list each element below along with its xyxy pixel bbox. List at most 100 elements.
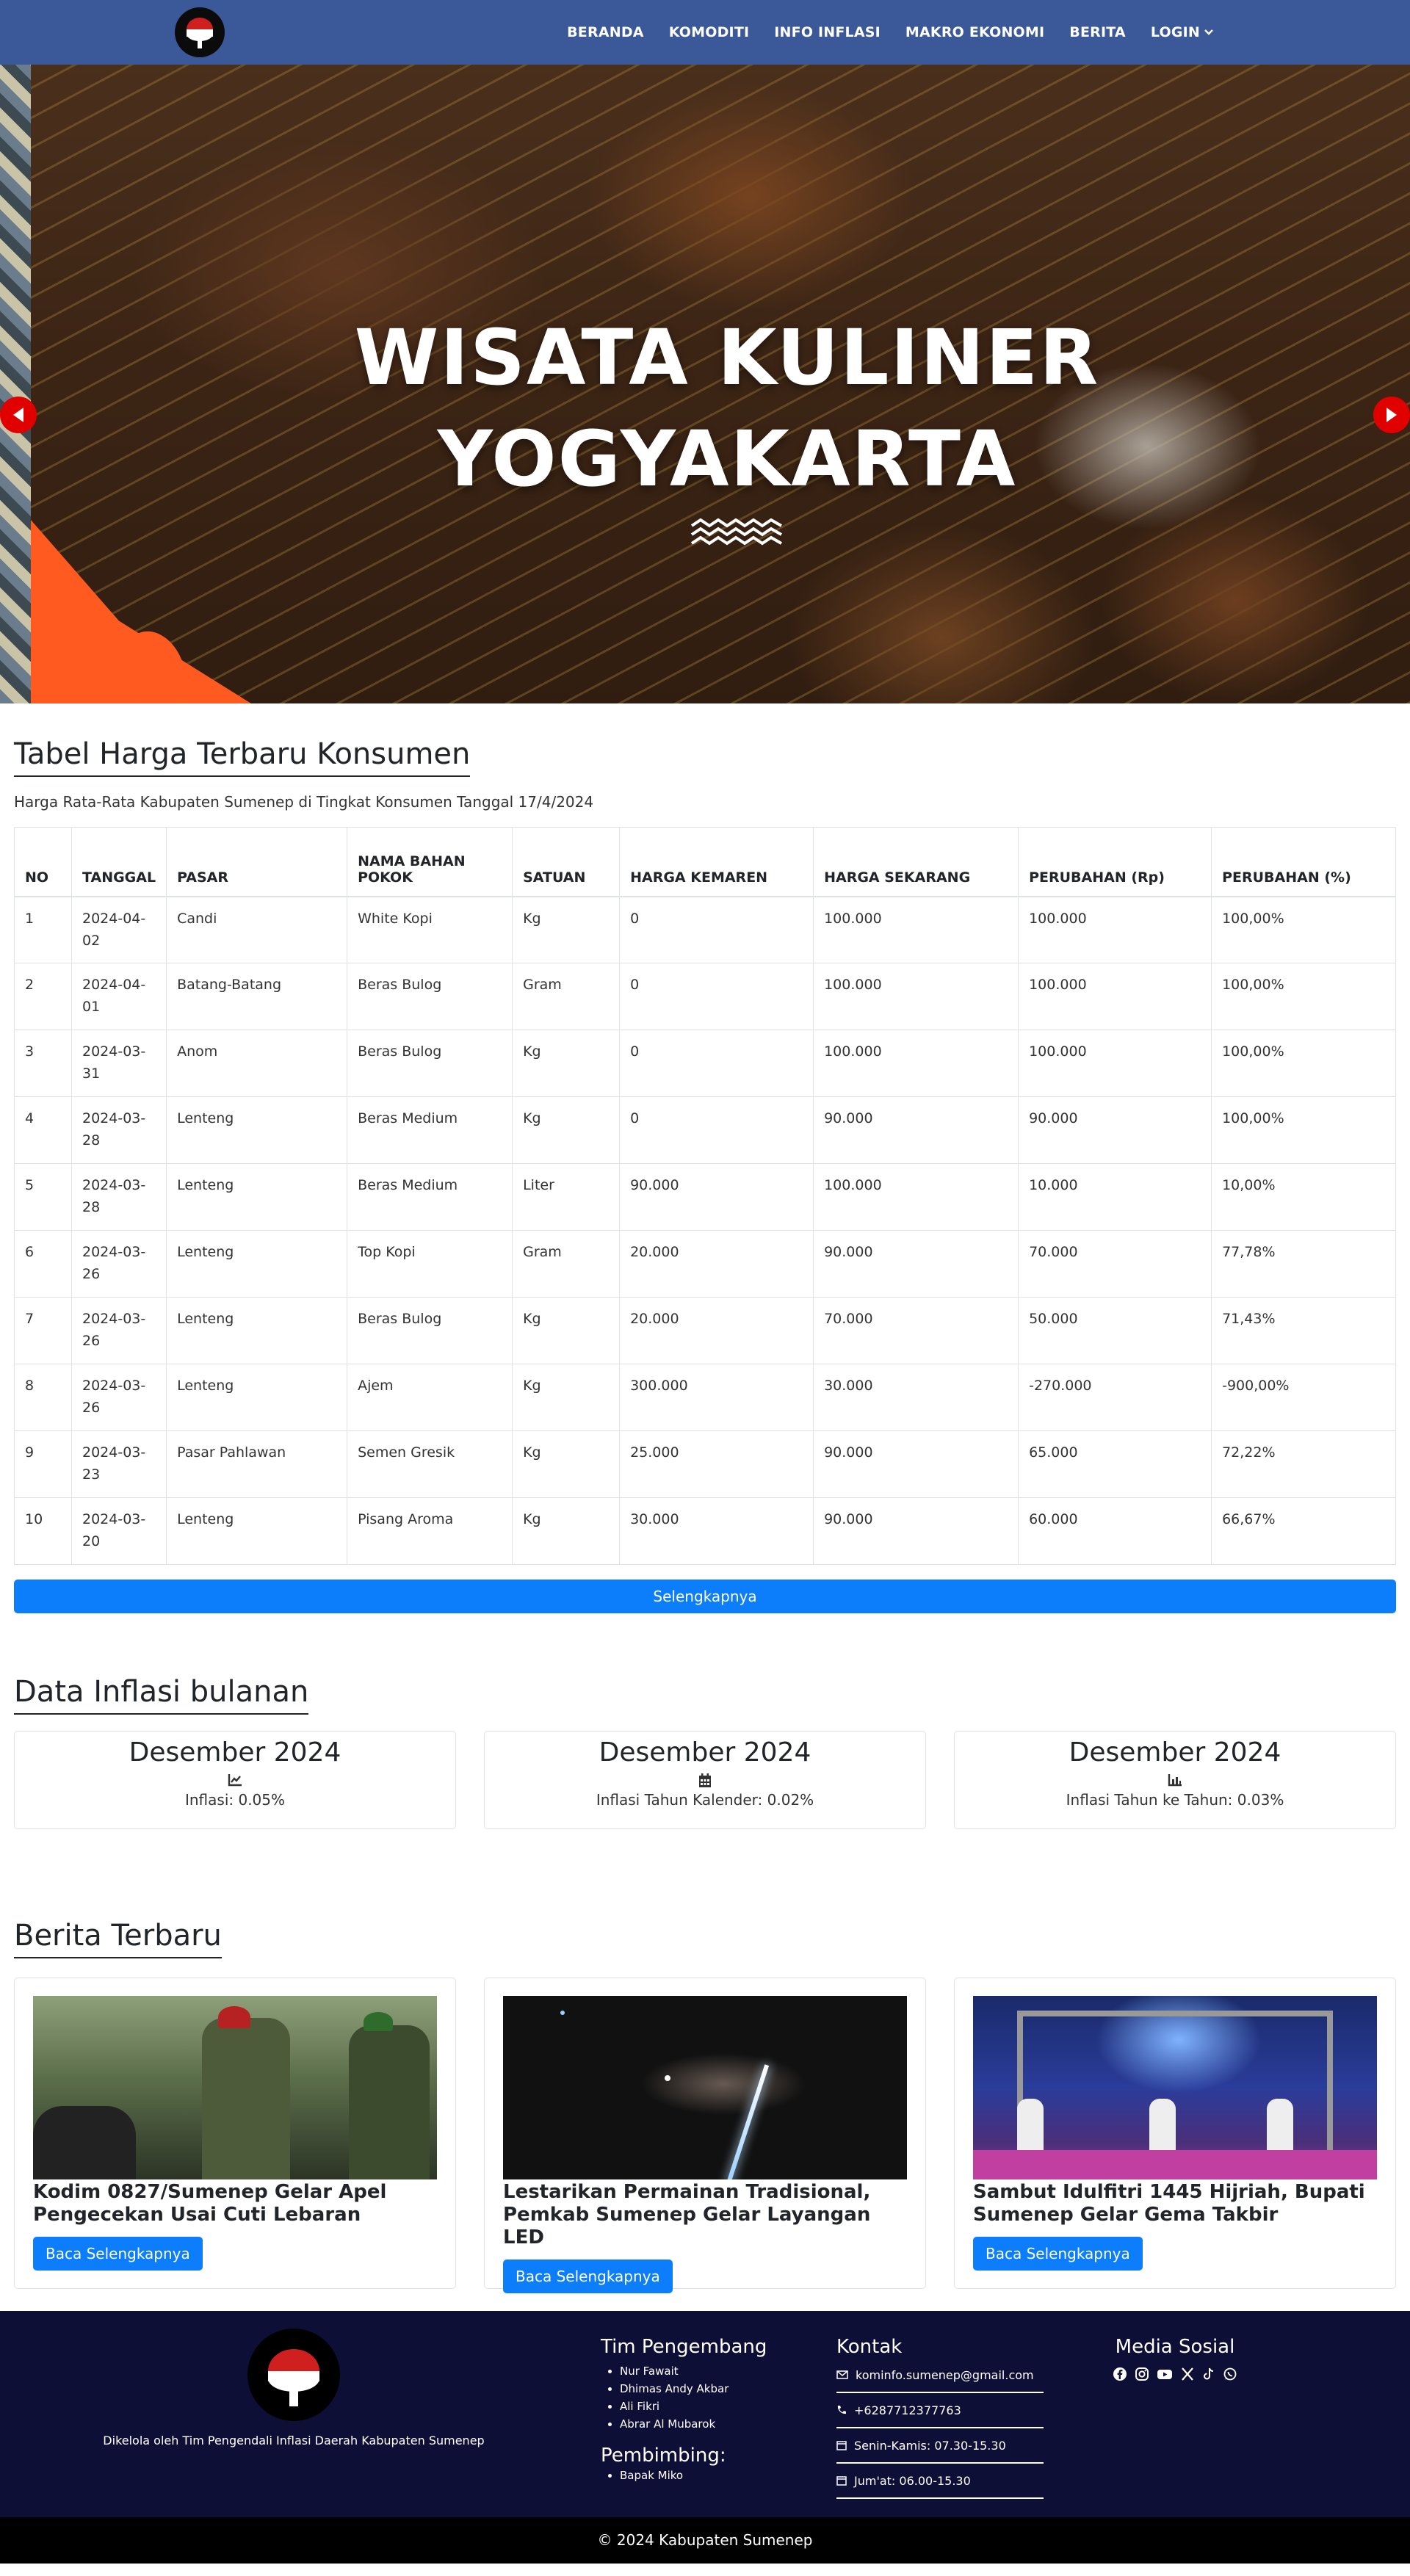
cell-no: 8 — [14, 1364, 72, 1431]
cell-tanggal: 2024-04-01 — [70, 963, 167, 1030]
calendar-icon — [836, 2441, 847, 2450]
nav-login-dropdown[interactable]: LOGIN — [1151, 24, 1213, 40]
cell-harga-kemaren: 0 — [619, 1096, 814, 1164]
inflasi-cards: Desember 2024 Inflasi: 0.05% Desember 20… — [14, 1731, 1396, 1829]
cell-pasar: Lenteng — [166, 1230, 348, 1298]
selengkapnya-button[interactable]: Selengkapnya — [14, 1580, 1396, 1613]
col-perubahan-persen: PERUBAHAN (%) — [1211, 827, 1396, 897]
cell-nama-bahan: White Kopi — [347, 896, 513, 963]
cell-satuan: Kg — [512, 1364, 621, 1431]
cell-satuan: Liter — [512, 1163, 621, 1231]
cell-harga-kemaren: 300.000 — [619, 1364, 814, 1431]
cell-perubahan-persen: 66,67% — [1211, 1497, 1396, 1565]
facebook-icon[interactable] — [1113, 2367, 1127, 2381]
cell-perubahan-rp: 100.000 — [1018, 896, 1212, 963]
cell-harga-sekarang: 100.000 — [813, 963, 1019, 1030]
cell-nama-bahan: Top Kopi — [347, 1230, 513, 1298]
inflasi-month: Desember 2024 — [599, 1737, 811, 1768]
table-row: 9 2024-03-23 Pasar Pahlawan Semen Gresik Kg 2… — [14, 1430, 1396, 1498]
nav-beranda[interactable]: BERANDA — [567, 24, 644, 40]
news-card: Sambut Idulfitri 1445 Hijriah, Bupati Su… — [954, 1978, 1396, 2289]
read-more-button[interactable]: Baca Selengkapnya — [973, 2237, 1143, 2271]
calendar-icon — [836, 2476, 847, 2486]
cell-perubahan-persen: 100,00% — [1211, 1096, 1396, 1164]
cell-harga-sekarang: 90.000 — [813, 1096, 1019, 1164]
cell-pasar: Lenteng — [166, 1364, 348, 1431]
col-nama-bahan: NAMA BAHAN POKOK — [347, 827, 513, 897]
cell-pasar: Anom — [166, 1030, 348, 1097]
medsos-title: Media Sosial — [1115, 2336, 1235, 2358]
cell-tanggal: 2024-03-28 — [70, 1096, 167, 1164]
pembimbing-title: Pembimbing: — [601, 2445, 726, 2467]
col-satuan: SATUAN — [512, 827, 621, 897]
cell-satuan: Kg — [512, 1030, 621, 1097]
nav-berita[interactable]: BERITA — [1069, 24, 1126, 40]
cell-satuan: Gram — [512, 1230, 621, 1298]
carousel-prev-button[interactable] — [0, 397, 37, 433]
table-row: 7 2024-03-26 Lenteng Beras Bulog Kg 20.000 70.… — [14, 1297, 1396, 1364]
contact-phone[interactable]: +6287712377763 — [836, 2393, 1044, 2428]
cell-harga-kemaren: 25.000 — [619, 1430, 814, 1498]
table-row: 3 2024-03-31 Anom Beras Bulog Kg 0 100.000 100.… — [14, 1030, 1396, 1097]
cell-satuan: Kg — [512, 1497, 621, 1565]
inflasi-card: Desember 2024 Inflasi Tahun Kalender: 0.… — [484, 1731, 926, 1829]
mail-icon — [836, 2370, 848, 2379]
cell-harga-sekarang: 70.000 — [813, 1297, 1019, 1364]
cell-nama-bahan: Semen Gresik — [347, 1430, 513, 1498]
hero-carousel: WISATA KULINER YOGYAKARTA — [0, 65, 1410, 703]
youtube-icon[interactable] — [1157, 2367, 1173, 2381]
cell-perubahan-rp: 100.000 — [1018, 963, 1212, 1030]
nav-login-label: LOGIN — [1150, 24, 1200, 40]
arrow-right-icon — [1386, 408, 1397, 422]
x-twitter-icon[interactable] — [1180, 2367, 1195, 2381]
pembimbing-name: Bapak Miko — [620, 2467, 767, 2484]
contact-email[interactable]: kominfo.sumenep@gmail.com — [836, 2358, 1044, 2393]
news-image-takbir[interactable] — [973, 1996, 1377, 2179]
cell-harga-sekarang: 100.000 — [813, 1163, 1019, 1231]
dev-name: Nur Fawait — [620, 2362, 767, 2380]
instagram-icon[interactable] — [1135, 2367, 1149, 2381]
read-more-button[interactable]: Baca Selengkapnya — [33, 2237, 203, 2271]
col-perubahan-rp: PERUBAHAN (Rp) — [1018, 827, 1212, 897]
cell-no: 5 — [14, 1163, 72, 1231]
cell-pasar: Pasar Pahlawan — [166, 1430, 348, 1498]
news-title[interactable]: Lestarikan Permainan Tradisional, Pemkab… — [503, 2181, 907, 2249]
news-title[interactable]: Kodim 0827/Sumenep Gelar Apel Pengecekan… — [33, 2181, 437, 2226]
hero-title-line1: WISATA KULINER — [354, 313, 1100, 402]
cell-perubahan-persen: 100,00% — [1211, 963, 1396, 1030]
inflasi-value: Inflasi Tahun ke Tahun: 0.03% — [1066, 1791, 1284, 1809]
cell-harga-sekarang: 90.000 — [813, 1230, 1019, 1298]
cell-nama-bahan: Beras Bulog — [347, 1030, 513, 1097]
arrow-left-icon — [13, 408, 24, 422]
chevron-down-icon — [1204, 29, 1213, 35]
social-icons — [1099, 2367, 1251, 2381]
news-image-layangan[interactable] — [503, 1996, 907, 2179]
cell-harga-kemaren: 0 — [619, 963, 814, 1030]
site-logo[interactable] — [175, 7, 225, 57]
col-harga-kemaren: HARGA KEMAREN — [619, 827, 814, 897]
tiktok-icon[interactable] — [1202, 2367, 1215, 2381]
read-more-button[interactable]: Baca Selengkapnya — [503, 2260, 673, 2293]
hero-title-line2: YOGYAKARTA — [437, 414, 1017, 504]
cell-tanggal: 2024-03-28 — [70, 1163, 167, 1231]
cell-pasar: Batang-Batang — [166, 963, 348, 1030]
nav-komoditi[interactable]: KOMODITI — [669, 24, 750, 40]
cell-no: 2 — [14, 963, 72, 1030]
price-table: NO TANGGAL PASAR NAMA BAHAN POKOK SATUAN… — [14, 827, 1396, 1565]
nav-menu: BERANDA KOMODITI INFO INFLASI MAKRO EKON… — [567, 0, 1213, 65]
news-image-kodim[interactable] — [33, 1996, 437, 2179]
table-row: 2 2024-04-01 Batang-Batang Beras Bulog Gram 0… — [14, 963, 1396, 1030]
news-title[interactable]: Sambut Idulfitri 1445 Hijriah, Bupati Su… — [973, 2181, 1377, 2226]
nav-info-inflasi[interactable]: INFO INFLASI — [774, 24, 881, 40]
nav-makro-ekonomi[interactable]: MAKRO EKONOMI — [905, 24, 1044, 40]
cell-satuan: Kg — [512, 896, 621, 963]
col-tanggal: TANGGAL — [70, 827, 167, 897]
cell-no: 1 — [14, 896, 72, 963]
cell-nama-bahan: Pisang Aroma — [347, 1497, 513, 1565]
cell-nama-bahan: Beras Medium — [347, 1096, 513, 1164]
whatsapp-icon[interactable] — [1223, 2367, 1237, 2381]
cell-perubahan-rp: 60.000 — [1018, 1497, 1212, 1565]
carousel-next-button[interactable] — [1373, 397, 1410, 433]
cell-satuan: Kg — [512, 1297, 621, 1364]
dev-name: Abrar Al Mubarok — [620, 2415, 767, 2433]
